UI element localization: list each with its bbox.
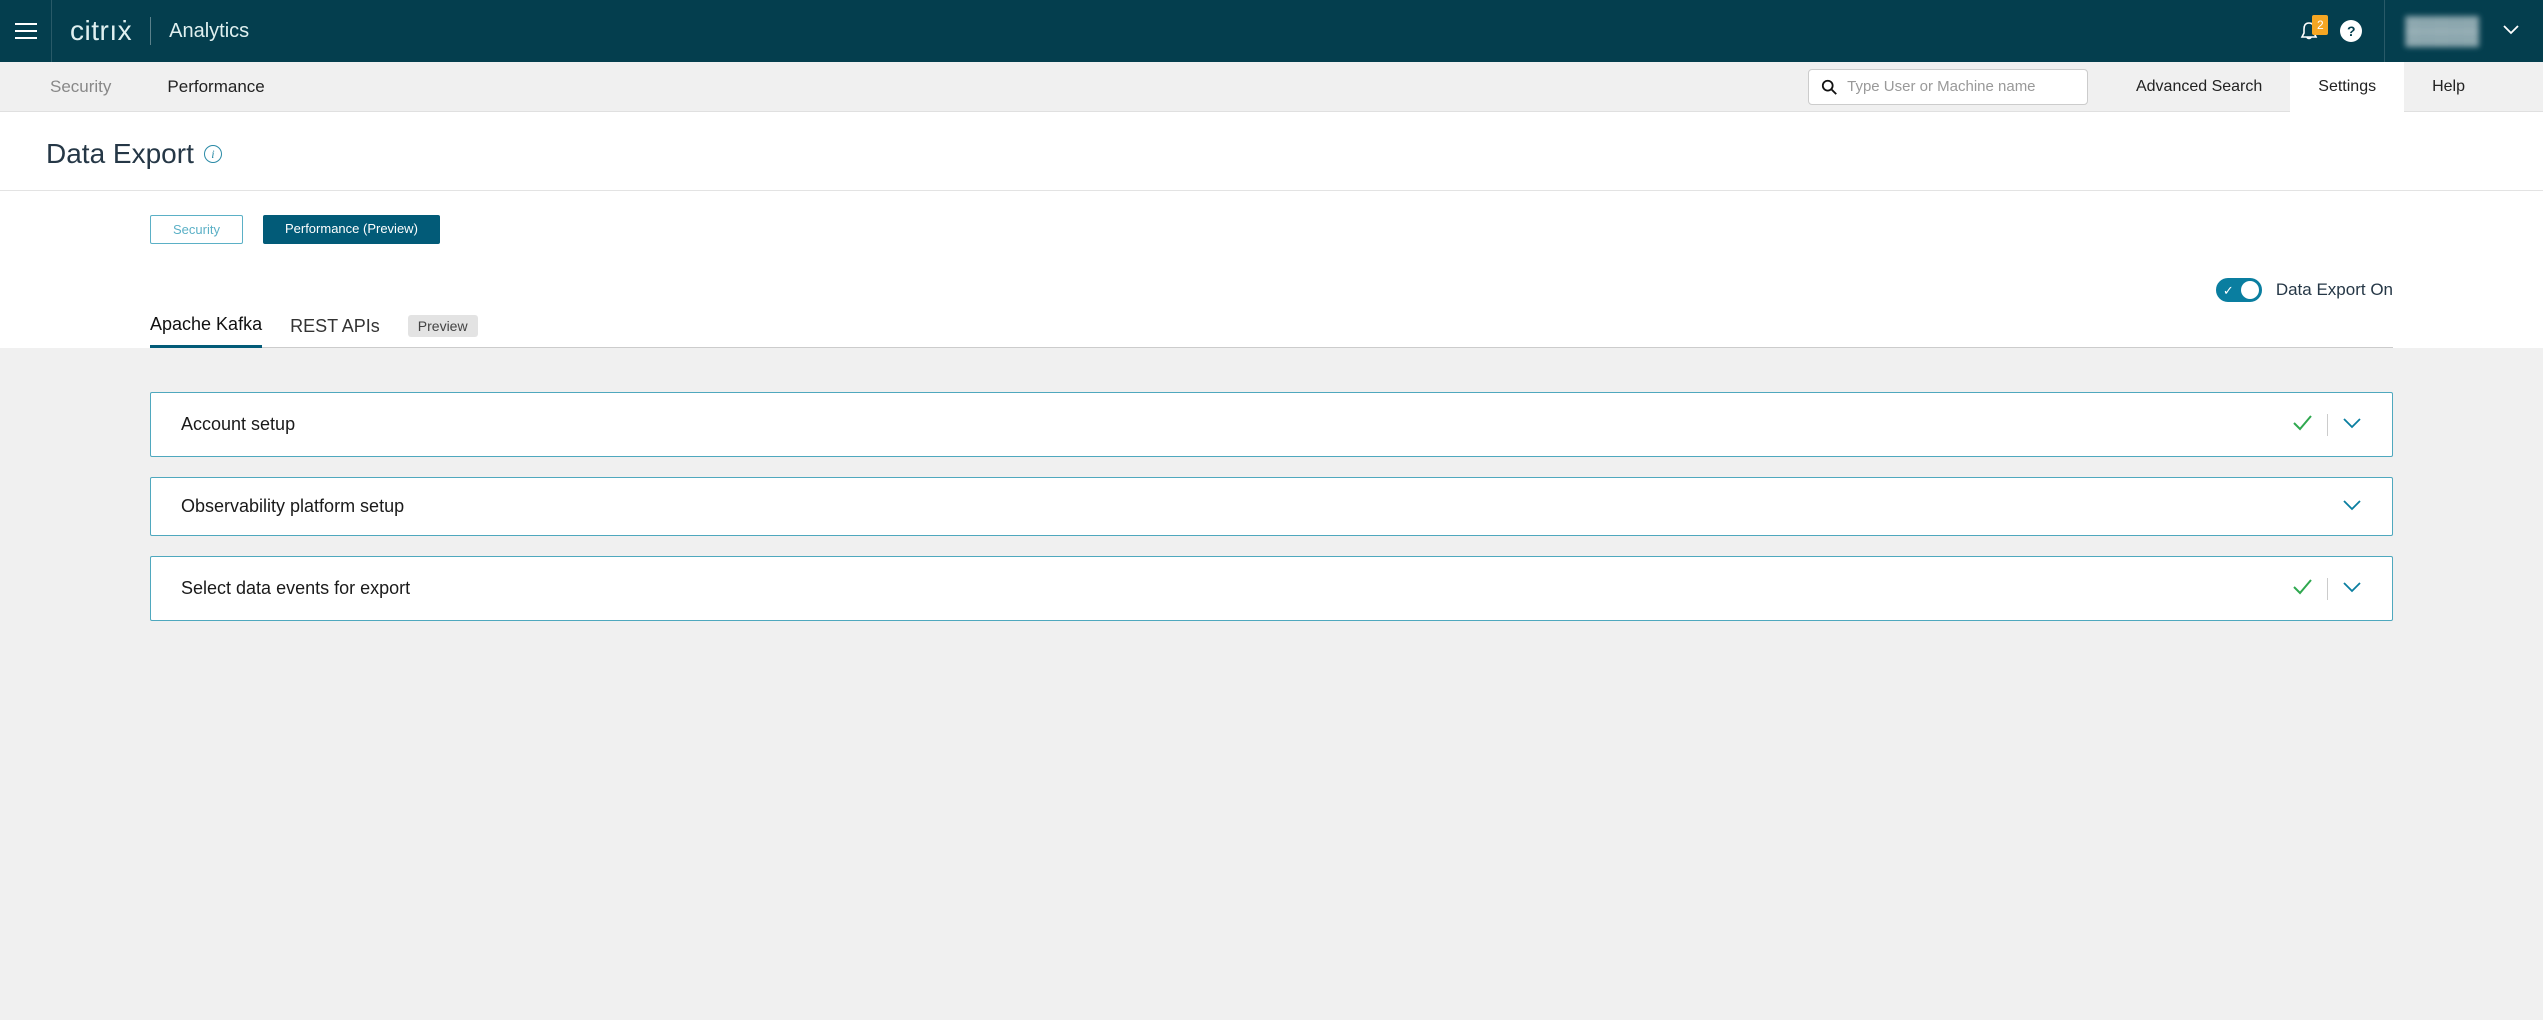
panel-observability-platform-setup[interactable]: Observability platform setup: [150, 477, 2393, 536]
menu-button[interactable]: [0, 0, 52, 62]
advanced-search-link[interactable]: Advanced Search: [2108, 62, 2290, 112]
search-box[interactable]: [1808, 69, 2088, 105]
global-header: citrıẋ Analytics 2 ? ████████ ████████: [0, 0, 2543, 62]
app-name: Analytics: [151, 20, 267, 43]
toggle-label: Data Export On: [2276, 280, 2393, 300]
toggle-knob: [2241, 281, 2259, 299]
subnav-tab-security[interactable]: Security: [50, 77, 111, 97]
search-icon: [1821, 78, 1837, 96]
divider: [2327, 578, 2328, 600]
panel-title: Account setup: [181, 414, 2291, 435]
check-icon: ✓: [2223, 283, 2234, 299]
check-icon: [2291, 411, 2313, 438]
help-button[interactable]: ?: [2340, 20, 2362, 42]
divider: [2327, 414, 2328, 436]
panel-title: Select data events for export: [181, 578, 2291, 599]
page-title: Data Export: [46, 138, 194, 170]
chevron-down-icon: [2342, 416, 2362, 434]
user-menu[interactable]: ████████ ████████: [2384, 0, 2539, 62]
check-icon: [2291, 575, 2313, 602]
mode-pills: Security Performance (Preview): [150, 215, 2393, 244]
info-icon[interactable]: i: [204, 145, 222, 163]
pill-performance[interactable]: Performance (Preview): [263, 215, 440, 244]
preview-badge: Preview: [408, 315, 478, 337]
page-title-bar: Data Export i: [0, 112, 2543, 191]
notifications-button[interactable]: 2: [2300, 21, 2318, 41]
panel-account-setup[interactable]: Account setup: [150, 392, 2393, 457]
sub-navigation: Security Performance Advanced Search Set…: [0, 62, 2543, 112]
panel-select-data-events[interactable]: Select data events for export: [150, 556, 2393, 621]
chevron-down-icon: [2342, 580, 2362, 598]
tab-apache-kafka[interactable]: Apache Kafka: [150, 314, 262, 348]
hamburger-icon: [15, 23, 37, 39]
pill-security[interactable]: Security: [150, 215, 243, 244]
subnav-tab-performance[interactable]: Performance: [167, 77, 264, 97]
chevron-down-icon: [2503, 22, 2519, 40]
export-tabs: Apache Kafka REST APIs Preview: [150, 314, 2393, 348]
panels-section: Account setup Observability platform set…: [0, 348, 2543, 671]
tab-rest-apis[interactable]: REST APIs: [290, 316, 380, 347]
data-export-toggle[interactable]: ✓: [2216, 278, 2262, 302]
notification-count-badge: 2: [2312, 15, 2328, 35]
help-link[interactable]: Help: [2404, 62, 2493, 112]
content-area: Security Performance (Preview) ✓ Data Ex…: [0, 191, 2543, 348]
user-info: ████████ ████████: [2405, 16, 2479, 46]
settings-link[interactable]: Settings: [2290, 62, 2404, 112]
data-export-toggle-row: ✓ Data Export On: [150, 278, 2393, 302]
brand-logo: citrıẋ: [52, 15, 150, 47]
chevron-down-icon: [2342, 498, 2362, 516]
search-input[interactable]: [1847, 78, 2075, 95]
panel-title: Observability platform setup: [181, 496, 2342, 517]
